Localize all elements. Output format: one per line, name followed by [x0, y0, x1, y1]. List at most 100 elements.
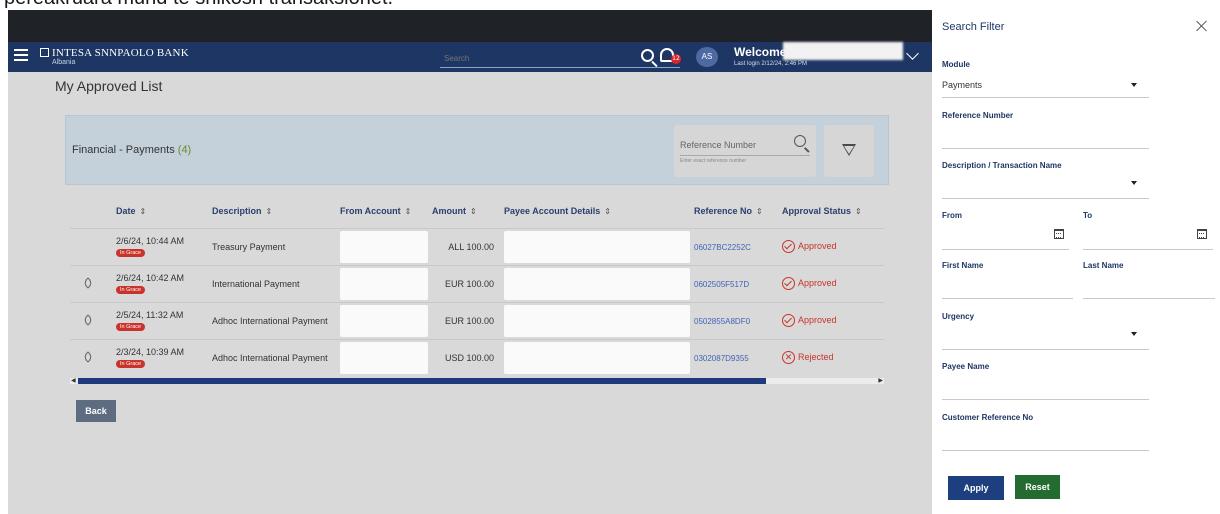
row-edit[interactable]	[70, 301, 112, 339]
search-icon[interactable]	[641, 49, 654, 62]
column-header-date[interactable]: Date ⇕	[112, 194, 208, 228]
customer-ref-field[interactable]	[942, 450, 1149, 451]
filter-icon	[842, 144, 856, 156]
app-window: INTESA SNNPAOLO BANK Albania 12 AS Welco…	[8, 10, 932, 514]
description-select[interactable]	[942, 198, 1149, 199]
payee-name-field[interactable]	[942, 399, 1149, 400]
row-status: Approved	[778, 264, 884, 302]
chevron-down-icon[interactable]	[906, 47, 919, 60]
screen: pereakruara mund të shikosh transaksione…	[0, 0, 1220, 514]
sort-icon: ⇕	[604, 206, 611, 216]
scroll-right-arrow-icon[interactable]: ▶	[878, 378, 883, 384]
column-header-payee[interactable]: Payee Account Details ⇕	[500, 194, 690, 228]
column-header-reference[interactable]: Reference No ⇕	[690, 194, 778, 228]
reference-number-field[interactable]	[942, 148, 1149, 149]
avatar[interactable]: AS	[696, 47, 718, 67]
to-date-label: To	[1083, 211, 1093, 220]
row-date: 2/6/24, 10:42 AM In Grace	[112, 264, 208, 302]
row-edit[interactable]	[70, 338, 112, 376]
module-label: Module	[942, 60, 970, 69]
check-circle-icon	[782, 314, 795, 327]
row-edit[interactable]	[70, 264, 112, 302]
first-name-field[interactable]	[942, 298, 1073, 299]
apply-button[interactable]: Apply	[948, 476, 1004, 500]
header-edit	[70, 194, 112, 228]
last-name-label: Last Name	[1083, 261, 1124, 270]
sort-icon: ⇕	[265, 206, 273, 216]
redacted-account	[340, 341, 428, 374]
row-date: 2/3/24, 10:39 AM In Grace	[112, 338, 208, 376]
row-from-account	[336, 264, 428, 302]
column-header-description[interactable]: Description ⇕	[208, 194, 336, 228]
row-status: Approved	[778, 227, 884, 265]
row-reference[interactable]: 0502855A8DF0	[690, 301, 778, 339]
sort-icon: ⇕	[139, 206, 147, 216]
reference-link: 06027BC2252C	[694, 242, 751, 252]
reference-link: 0302087D9355	[694, 353, 749, 363]
header-search-input[interactable]	[440, 48, 640, 69]
customer-ref-label: Customer Reference No	[942, 413, 1034, 422]
app-header: INTESA SNNPAOLO BANK Albania 12 AS Welco…	[8, 42, 932, 72]
status-badge: In Grace	[116, 323, 146, 331]
table-row[interactable]: 2/3/24, 10:39 AM In Grace Adhoc Internati…	[70, 338, 884, 376]
from-date-field[interactable]	[942, 249, 1069, 250]
banner-title-text: Financial - Payments	[72, 144, 175, 156]
to-date-field[interactable]	[1083, 249, 1213, 250]
reference-search-label[interactable]: Reference Number	[680, 140, 756, 150]
edit-icon	[82, 276, 94, 289]
table-row[interactable]: 2/5/24, 11:32 AM In Grace Adhoc Internati…	[70, 301, 884, 339]
table-row[interactable]: 2/6/24, 10:42 AM In Grace International P…	[70, 264, 884, 302]
payee-name-label: Payee Name	[942, 362, 990, 371]
urgency-select[interactable]	[942, 349, 1149, 350]
reset-button[interactable]: Reset	[1015, 475, 1060, 499]
reference-number-label: Reference Number	[942, 111, 1014, 120]
header-search	[440, 46, 680, 69]
row-reference[interactable]: 06027BC2252C	[690, 227, 778, 265]
row-payee	[500, 338, 690, 376]
caption-text: pereakruara mund të shikosh transaksione…	[4, 0, 393, 10]
scrollbar-thumb[interactable]	[78, 378, 766, 384]
row-payee	[500, 301, 690, 339]
close-icon[interactable]	[1194, 18, 1210, 34]
banner-count: (4)	[177, 144, 192, 156]
row-reference[interactable]: 0302087D9355	[690, 338, 778, 376]
calendar-icon[interactable]	[1197, 229, 1207, 239]
row-status: ✕ Rejected	[778, 338, 884, 376]
search-icon[interactable]	[794, 135, 806, 147]
row-reference[interactable]: 0602505F517D	[690, 264, 778, 302]
filter-button[interactable]	[824, 125, 874, 177]
chevron-down-icon[interactable]	[1131, 181, 1137, 185]
from-date-label: From	[942, 211, 962, 220]
module-select-value[interactable]: Payments	[942, 80, 982, 90]
first-name-label: First Name	[942, 261, 984, 270]
table-row[interactable]: 2/6/24, 10:44 AM In Grace Treasury Paymen…	[70, 227, 884, 265]
row-status: Approved	[778, 301, 884, 339]
redacted-payee	[504, 304, 690, 337]
status-badge: In Grace	[116, 286, 146, 294]
redacted-account	[340, 267, 428, 300]
chevron-down-icon[interactable]	[1131, 83, 1137, 87]
column-header-from-account[interactable]: From Account ⇕	[336, 194, 428, 228]
reference-link: 0602505F517D	[694, 279, 750, 289]
column-header-status[interactable]: Approval Status ⇕	[778, 194, 884, 228]
back-button[interactable]: Back	[76, 400, 116, 422]
last-name-field[interactable]	[1083, 298, 1215, 299]
reference-search-card: Reference Number Enter exact reference n…	[674, 125, 816, 177]
panel-title: Search Filter	[942, 21, 1005, 33]
menu-icon[interactable]	[14, 49, 28, 61]
row-date: 2/5/24, 11:32 AM In Grace	[112, 301, 208, 339]
search-filter-panel: Search Filter Module Payments Reference …	[932, 10, 1220, 514]
row-payee	[500, 227, 690, 265]
bank-logo[interactable]: INTESA SNNPAOLO BANK	[40, 47, 189, 59]
urgency-label: Urgency	[942, 312, 975, 321]
horizontal-scrollbar[interactable]: ◀ ▶	[70, 378, 884, 384]
scroll-left-arrow-icon[interactable]: ◀	[71, 378, 76, 384]
column-header-amount[interactable]: Amount ⇕	[428, 194, 500, 228]
notification-badge: 12	[671, 54, 681, 64]
chevron-down-icon[interactable]	[1131, 332, 1137, 336]
edit-icon	[82, 313, 94, 326]
redacted-payee	[504, 341, 690, 374]
last-login: Last login 2/12/24, 2:46 PM	[734, 61, 808, 67]
calendar-icon[interactable]	[1054, 229, 1064, 239]
check-circle-icon	[782, 240, 795, 253]
